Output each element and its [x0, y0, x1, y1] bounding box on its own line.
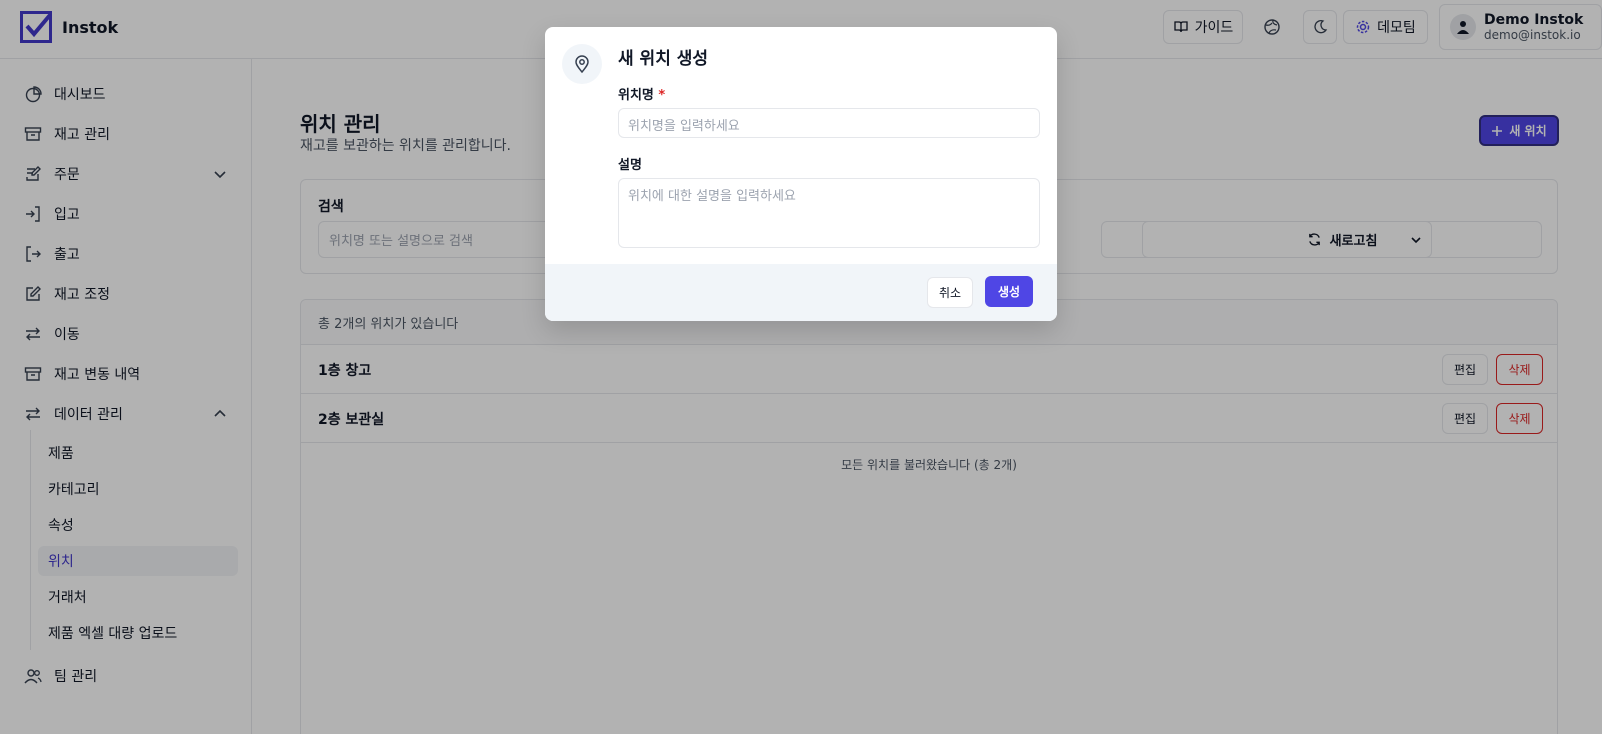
required-mark: * [658, 88, 666, 103]
modal-footer: 취소 생성 [545, 264, 1057, 321]
name-field-label: 위치명 * [618, 84, 665, 103]
location-name-input[interactable]: 위치명을 입력하세요 [618, 108, 1040, 138]
name-label-text: 위치명 [618, 88, 654, 103]
location-pin-icon [562, 44, 602, 84]
cancel-button[interactable]: 취소 [927, 277, 973, 308]
create-button[interactable]: 생성 [985, 276, 1033, 307]
create-location-modal: 새 위치 생성 위치명 * 위치명을 입력하세요 설명 위치에 대한 설명을 입… [545, 27, 1057, 321]
description-field-label: 설명 [618, 158, 642, 173]
modal-title: 새 위치 생성 [618, 49, 709, 69]
description-textarea[interactable]: 위치에 대한 설명을 입력하세요 [618, 178, 1040, 248]
